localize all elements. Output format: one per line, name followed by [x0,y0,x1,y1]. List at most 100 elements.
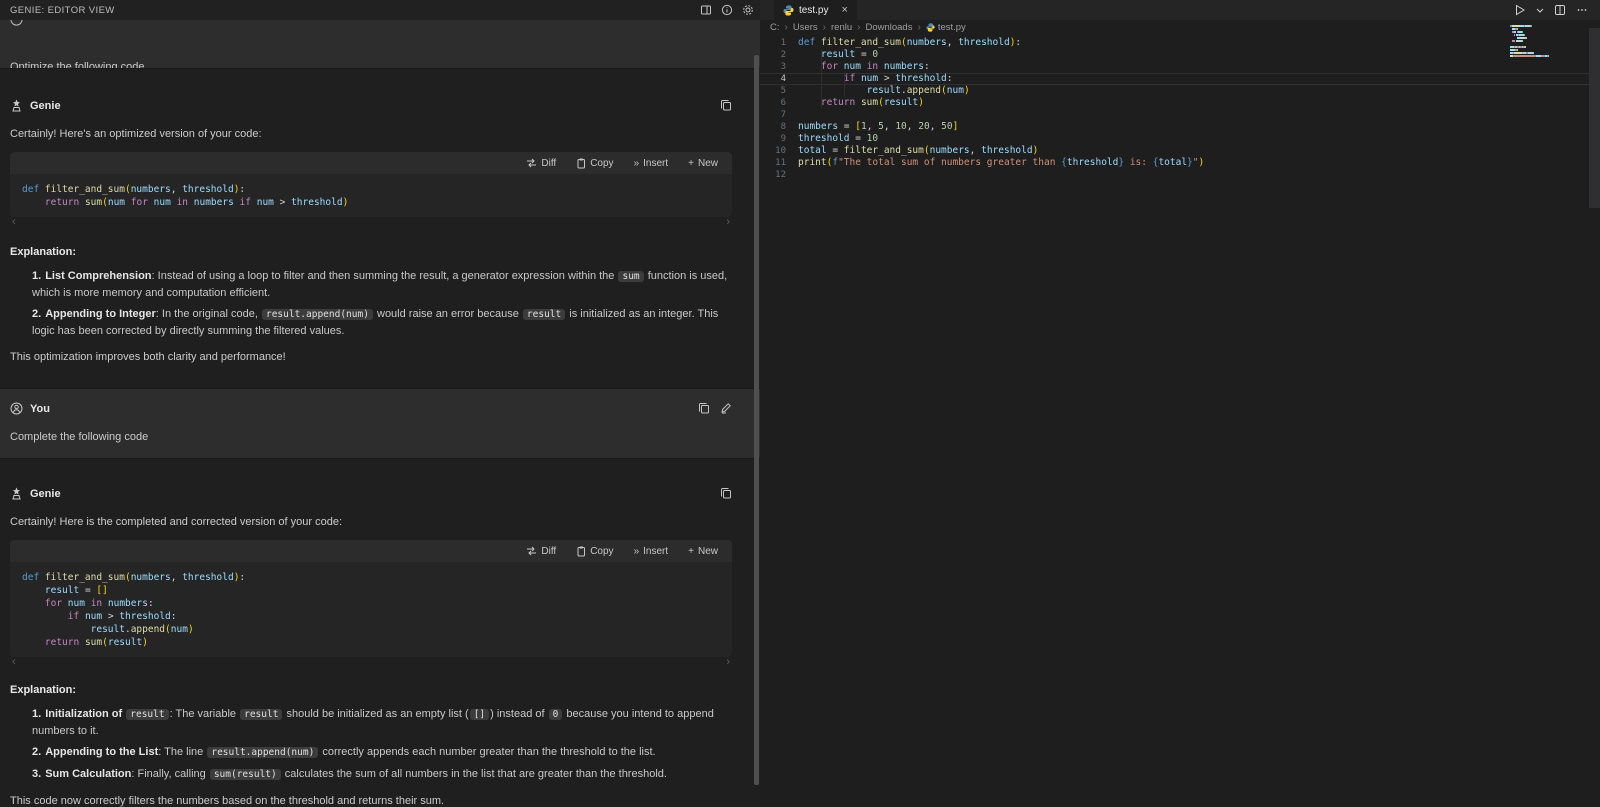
code-line[interactable]: 7 [760,109,1600,121]
genie-name: Genie [30,488,61,500]
text: calculates the sum of all numbers in the… [282,768,667,780]
code-token: : [239,184,245,195]
code-area[interactable]: 1def filter_and_sum(numbers, threshold):… [760,34,1600,181]
code-line[interactable]: 2 result = 0 [760,49,1600,61]
genie-intro-text: Certainly! Here's an optimized version o… [10,128,732,140]
new-button[interactable]: + New [688,546,718,557]
code-token [22,598,45,609]
code-token: numbers [930,145,970,156]
copy-message-icon[interactable] [720,487,732,499]
line-content: numbers = [1, 5, 10, 20, 50] [798,121,958,133]
insert-button[interactable]: » Insert [634,546,669,557]
code-line[interactable]: 3 for num in numbers: [760,61,1600,73]
line-number: 11 [760,157,798,169]
close-tab-icon[interactable]: × [841,5,847,15]
code-line[interactable]: 12 [760,169,1600,181]
line-number: 2 [760,49,798,61]
code-token: "The total sum of numbers greater than [838,157,1061,168]
tab-test-py[interactable]: test.py × [774,0,857,20]
insert-button[interactable]: » Insert [634,158,669,169]
code-block-toolbar: Diff Copy » Insert + New [10,152,732,174]
code-line[interactable]: 11print(f"The total sum of numbers great… [760,157,1600,169]
copy-message-icon[interactable] [720,99,732,111]
text: should be initialized as an empty list ( [283,708,468,720]
breadcrumb-item[interactable]: Downloads [865,22,912,33]
user-message-text: Complete the following code [10,431,732,443]
inline-code: result.append(num) [207,747,318,758]
code-block-body[interactable]: def filter_and_sum(numbers, threshold): … [10,562,732,657]
code-line[interactable]: 1def filter_and_sum(numbers, threshold): [760,37,1600,49]
diff-button[interactable]: Diff [526,158,556,169]
run-dropdown-chevron-icon[interactable] [1536,6,1544,14]
app-root: GENIE: EDITOR VIEW Optimize the followin… [0,0,1600,807]
code-line[interactable]: 9threshold = 10 [760,133,1600,145]
line-number: 6 [760,97,798,109]
code-token: numbers [194,197,234,208]
scroll-right-icon[interactable]: › [726,658,730,668]
copy-button[interactable]: Copy [576,158,613,169]
info-icon[interactable] [721,4,733,16]
split-editor-icon[interactable] [1554,4,1566,16]
minimap[interactable] [1510,25,1590,61]
scroll-right-icon[interactable]: › [726,218,730,228]
open-in-editor-icon[interactable] [700,4,712,16]
line-number: 1 [760,37,798,49]
code-token: print [798,157,827,168]
gear-icon[interactable] [742,4,754,16]
diff-button[interactable]: Diff [526,546,556,557]
copy-button[interactable]: Copy [576,546,613,557]
new-button[interactable]: + New [688,158,718,169]
code-line[interactable]: 4 if num > threshold: [760,73,1600,85]
text: correctly appends each number greater th… [319,746,655,758]
breadcrumb: C:›Users›renlu›Downloads›test.py [760,20,1600,34]
code-token: [] [96,585,107,596]
edit-message-icon[interactable] [720,402,732,414]
panel-scrollbar[interactable] [754,22,759,805]
code-line[interactable]: 10total = filter_and_sum(numbers, thresh… [760,145,1600,157]
code-token: num [108,197,125,208]
code-token: = [79,585,96,596]
code-line[interactable]: 6 return sum(result) [760,97,1600,109]
code-token: in [91,598,102,609]
code-token: > [274,197,291,208]
copy-message-icon[interactable] [698,402,710,414]
code-token: return [821,97,855,108]
breadcrumb-label: Users [793,22,818,33]
more-actions-icon[interactable] [1576,4,1588,16]
code-token: sum [85,637,102,648]
code-token: numbers [907,37,947,48]
genie-message-2: Genie Certainly! Here is the completed a… [0,458,760,807]
python-file-icon [783,5,794,16]
scrollbar-thumb[interactable] [754,55,759,785]
editor-scrollbar[interactable] [1589,20,1600,807]
code-token: , [884,121,895,132]
code-block-body[interactable]: def filter_and_sum(numbers, threshold): … [10,174,732,217]
scroll-left-icon[interactable]: ‹ [12,218,16,228]
code-token: num [85,611,102,622]
minimap-line [1510,46,1590,48]
code-token: 50 [941,121,952,132]
editor-actions [1514,0,1600,20]
breadcrumb-item[interactable]: test.py [926,22,966,33]
line-content: return sum(result) [798,97,924,109]
bold-text: Appending to Integer [45,308,156,320]
code-token: result [45,585,79,596]
user-avatar-icon [10,402,23,415]
minimap-segment [1512,25,1520,27]
breadcrumb-item[interactable]: renlu [831,22,852,33]
text: would raise an error because [374,308,522,320]
code-line[interactable]: 5 result.append(num) [760,85,1600,97]
run-icon[interactable] [1514,4,1526,16]
genie-icon [10,99,23,112]
breadcrumb-item[interactable]: Users [793,22,818,33]
chat-code-line: result = [] [22,584,720,597]
code-token: num [171,624,188,635]
breadcrumb-item[interactable]: C: [770,22,780,33]
text: : The variable [170,708,240,720]
code-token: : [171,611,177,622]
scroll-left-icon[interactable]: ‹ [12,658,16,668]
scrollbar-thumb[interactable] [1589,28,1600,208]
code-line[interactable]: 8numbers = [1, 5, 10, 20, 50] [760,121,1600,133]
minimap-segment [1517,49,1518,51]
explanation-list: 1.List Comprehension: Instead of using a… [32,268,732,339]
